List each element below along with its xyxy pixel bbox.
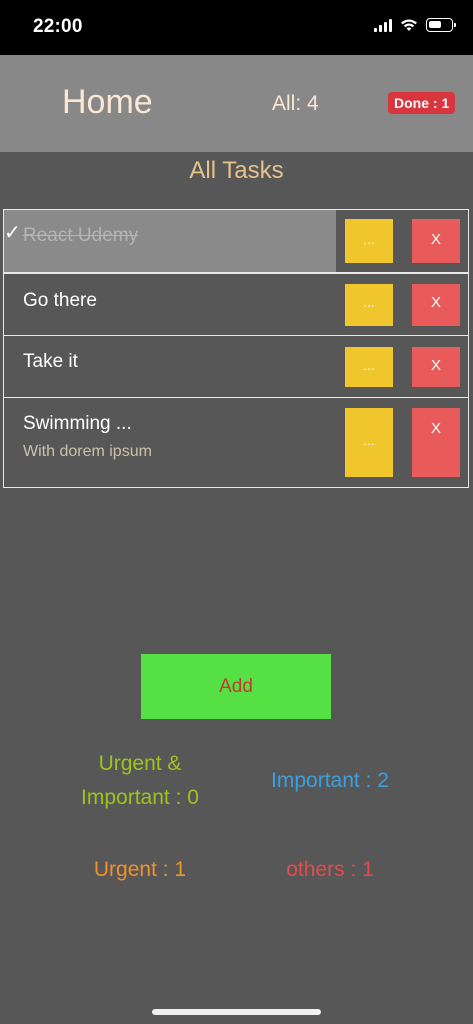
task-title: Swimming ... — [23, 413, 132, 434]
done-badge[interactable]: Done : 1 — [388, 92, 456, 114]
status-icons — [374, 18, 456, 32]
page-title: Home — [62, 83, 153, 121]
home-indicator[interactable] — [152, 1009, 321, 1015]
stat-urgent-important-line1: Urgent & — [98, 752, 182, 775]
task-item[interactable]: Go there ... X — [3, 273, 469, 336]
more-button[interactable]: ... — [345, 347, 393, 387]
task-subtitle: With dorem ipsum — [23, 443, 152, 460]
task-title: Take it — [23, 351, 78, 372]
stat-urgent-important-line2: Important : 0 — [81, 786, 199, 809]
more-button[interactable]: ... — [345, 219, 393, 263]
all-count: All: 4 — [272, 92, 319, 115]
task-title: Go there — [23, 290, 97, 311]
task-item[interactable]: Swimming ... With dorem ipsum ... X — [3, 397, 469, 488]
task-item[interactable]: ✓ React Udemy ... X — [3, 209, 469, 273]
stat-others: others : 1 — [286, 858, 374, 881]
header: Home All: 4 Done : 1 — [0, 55, 473, 152]
more-button[interactable]: ... — [345, 408, 393, 477]
delete-button[interactable]: X — [412, 219, 460, 263]
battery-icon — [426, 18, 456, 32]
add-button[interactable]: Add — [141, 654, 331, 719]
section-title: All Tasks — [189, 157, 284, 184]
delete-button[interactable]: X — [412, 408, 460, 477]
task-item[interactable]: Take it ... X — [3, 335, 469, 398]
check-icon: ✓ — [4, 222, 21, 244]
stat-urgent-important: Urgent & Important : 0 — [60, 747, 220, 815]
wifi-icon — [401, 19, 417, 31]
status-bar: 22:00 — [0, 0, 473, 55]
delete-button[interactable]: X — [412, 347, 460, 387]
stat-important: Important : 2 — [271, 769, 389, 792]
stat-urgent: Urgent : 1 — [93, 858, 187, 881]
task-title: React Udemy — [23, 225, 139, 246]
signal-icon — [374, 18, 392, 32]
status-time: 22:00 — [33, 16, 83, 37]
more-button[interactable]: ... — [345, 284, 393, 326]
delete-button[interactable]: X — [412, 284, 460, 326]
